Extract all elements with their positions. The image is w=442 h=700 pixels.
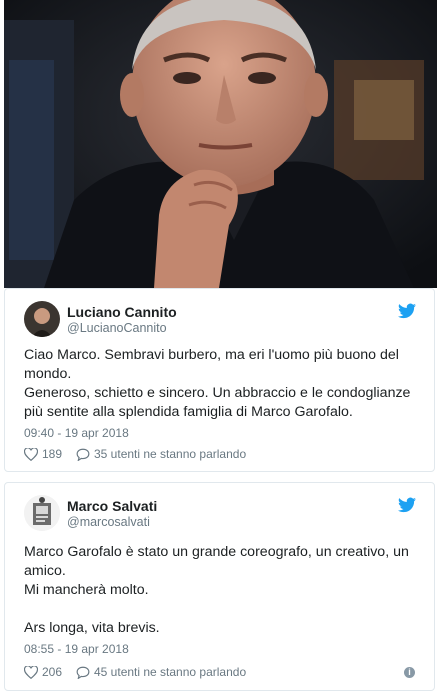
author-name[interactable]: Marco Salvati: [67, 498, 157, 514]
speech-bubble-icon: [76, 448, 90, 461]
like-count: 206: [42, 665, 63, 679]
info-icon[interactable]: i: [404, 667, 415, 678]
tweet-timestamp[interactable]: 08:55 - 19 apr 2018: [24, 642, 129, 656]
reply-link[interactable]: 45 utenti ne stanno parlando: [76, 665, 246, 679]
conversation-count: 45 utenti ne stanno parlando: [94, 665, 247, 679]
heart-icon: [24, 447, 38, 461]
twitter-bird-icon[interactable]: [398, 303, 416, 319]
avatar[interactable]: [24, 495, 60, 531]
heart-icon: [24, 665, 38, 679]
author-name[interactable]: Luciano Cannito: [67, 304, 177, 320]
tweet-text: Ciao Marco. Sembravi burbero, ma eri l'u…: [24, 347, 411, 420]
conversation-count: 35 utenti ne stanno parlando: [94, 447, 247, 461]
speech-bubble-icon: [76, 666, 90, 679]
tweet-timestamp[interactable]: 09:40 - 19 apr 2018: [24, 426, 129, 440]
embedded-tweet[interactable]: Marco Salvati @marcosalvati Marco Garofa…: [4, 482, 435, 691]
like-button[interactable]: 189: [24, 447, 62, 461]
reply-link[interactable]: 35 utenti ne stanno parlando: [76, 447, 246, 461]
avatar[interactable]: [24, 301, 60, 337]
like-button[interactable]: 206: [24, 665, 62, 679]
author-handle[interactable]: @LucianoCannito: [67, 321, 167, 335]
twitter-bird-icon[interactable]: [398, 497, 416, 513]
article-photo: [4, 0, 437, 288]
like-count: 189: [42, 447, 63, 461]
man-portrait-image: [4, 0, 437, 288]
embedded-tweet[interactable]: Luciano Cannito @LucianoCannito Ciao Mar…: [4, 288, 435, 472]
author-handle[interactable]: @marcosalvati: [67, 515, 150, 529]
tweet-text: Marco Garofalo è stato un grande coreogr…: [24, 544, 409, 636]
